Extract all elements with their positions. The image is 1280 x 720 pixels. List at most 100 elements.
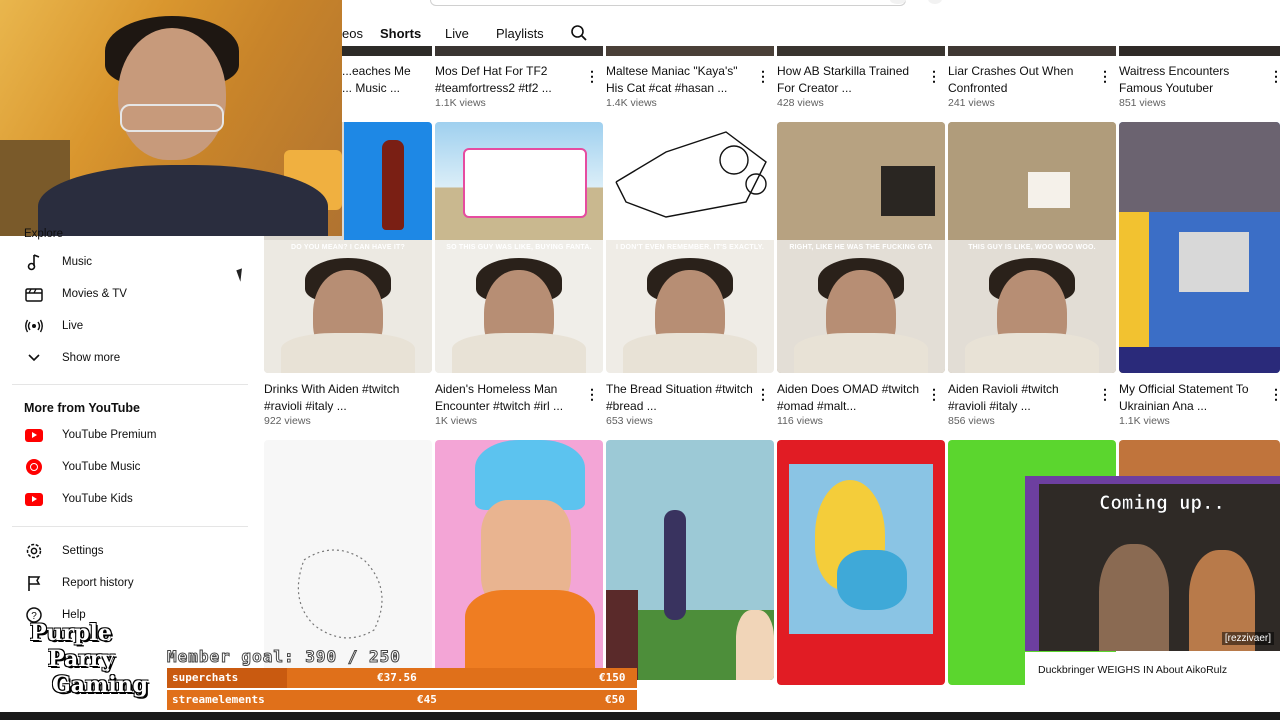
short-card[interactable]: Mos Def Hat For TF2 #teamfortress2 #tf2 … <box>435 63 583 109</box>
short-title[interactable]: Maltese Maniac "Kaya's" His Cat #cat #ha… <box>606 63 754 97</box>
sidebar-divider <box>12 384 248 385</box>
sidebar-item-label: Settings <box>62 545 104 557</box>
view-count: 851 views <box>1119 97 1166 109</box>
sidebar-section-explore: Explore <box>24 228 63 240</box>
view-count: 1K views <box>435 415 478 427</box>
short-title[interactable]: My Official Statement To Ukrainian Ana .… <box>1119 381 1267 415</box>
more-options-icon[interactable]: ⋮ <box>927 386 941 403</box>
thumbnail[interactable] <box>264 440 432 680</box>
streamelements-goal: €50 <box>605 693 625 706</box>
more-options-icon[interactable]: ⋮ <box>756 68 770 85</box>
search-box[interactable] <box>430 0 906 6</box>
short-card[interactable]: Aiden Does OMAD #twitch #omad #malt... 1… <box>777 381 925 427</box>
sidebar-item-report-history[interactable]: Report history <box>24 567 134 599</box>
caption-text: I DON'T EVEN REMEMBER. IT'S EXACTLY. <box>616 244 764 251</box>
tab-videos[interactable]: eos <box>342 26 363 41</box>
channel-logo: Purple Parry Gaming <box>30 620 149 698</box>
more-options-icon[interactable]: ⋮ <box>1098 68 1112 85</box>
short-card[interactable]: How AB Starkilla Trained For Creator ...… <box>777 63 925 109</box>
more-options-icon[interactable]: ⋮ <box>585 68 599 85</box>
sidebar-item-music[interactable]: Music <box>24 246 92 278</box>
superchats-bar: superchats €37.56 €150 <box>167 668 637 688</box>
short-title[interactable]: How AB Starkilla Trained For Creator ... <box>777 63 925 97</box>
thumbnail[interactable] <box>777 46 945 56</box>
tab-playlists[interactable]: Playlists <box>496 26 544 41</box>
short-title[interactable]: Aiden Ravioli #twitch #ravioli #italy ..… <box>948 381 1096 415</box>
youtube-premium-icon <box>24 425 44 445</box>
short-card[interactable]: The Bread Situation #twitch #bread ... 6… <box>606 381 754 427</box>
view-count: 428 views <box>777 97 824 109</box>
tab-shorts[interactable]: Shorts <box>380 26 421 41</box>
sidebar-item-show-more[interactable]: Show more <box>24 342 120 374</box>
thumbnail[interactable] <box>606 440 774 680</box>
thumbnail[interactable] <box>1119 122 1280 373</box>
tab-live[interactable]: Live <box>445 26 469 41</box>
streamelements-bar: streamelements €45 €50 <box>167 690 637 710</box>
more-from-youtube-heading: More from YouTube <box>24 401 140 415</box>
search-icon[interactable] <box>570 24 588 47</box>
thumbnail[interactable] <box>948 46 1116 56</box>
thumbnail[interactable]: SO THIS GUY WAS LIKE, BUYING FANTA. <box>435 122 603 373</box>
short-card[interactable]: My Official Statement To Ukrainian Ana .… <box>1119 381 1267 427</box>
short-title[interactable]: Liar Crashes Out When Confronted <box>948 63 1096 97</box>
caption-text: RIGHT, LIKE HE WAS THE FUCKING GTA <box>789 244 933 251</box>
thumbnail[interactable] <box>606 46 774 56</box>
gear-icon <box>24 541 44 561</box>
sidebar-item-settings[interactable]: Settings <box>24 535 104 567</box>
coming-up-panel: Coming up.. [rezzivaer] <box>1025 476 1280 651</box>
short-card[interactable]: Waitress Encounters Famous Youtuber 851 … <box>1119 63 1267 109</box>
coming-up-name: [rezzivaer] <box>1221 632 1274 645</box>
sidebar-item-label: YouTube Premium <box>62 429 157 441</box>
thumbnail[interactable] <box>1119 46 1280 56</box>
short-card[interactable]: Maltese Maniac "Kaya's" His Cat #cat #ha… <box>606 63 754 109</box>
thumbnail[interactable]: I DON'T EVEN REMEMBER. IT'S EXACTLY. <box>606 122 774 373</box>
sidebar-item-youtube-premium[interactable]: YouTube Premium <box>24 419 156 451</box>
thumbnail[interactable] <box>1119 440 1280 480</box>
more-options-icon[interactable]: ⋮ <box>585 386 599 403</box>
sidebar-item-youtube-kids[interactable]: YouTube Kids <box>24 483 133 515</box>
music-note-icon <box>24 252 44 272</box>
thumbnail[interactable] <box>435 440 603 680</box>
short-title[interactable]: Mos Def Hat For TF2 #teamfortress2 #tf2 … <box>435 63 583 97</box>
more-options-icon[interactable]: ⋮ <box>756 386 770 403</box>
view-count: 856 views <box>948 415 995 427</box>
view-count: 1.4K views <box>606 97 657 109</box>
short-card[interactable]: Liar Crashes Out When Confronted 241 vie… <box>948 63 1096 109</box>
short-title[interactable]: Waitress Encounters Famous Youtuber <box>1119 63 1267 97</box>
youtube-music-icon <box>24 457 44 477</box>
short-title[interactable]: Aiden Does OMAD #twitch #omad #malt... <box>777 381 925 415</box>
short-card[interactable]: Aiden's Homeless Man Encounter #twitch #… <box>435 381 583 427</box>
thumbnail[interactable] <box>342 46 432 56</box>
live-broadcast-icon <box>24 316 44 336</box>
coming-up-title: Coming up.. <box>1099 492 1225 515</box>
caption-text: SO THIS GUY WAS LIKE, BUYING FANTA. <box>446 244 592 251</box>
short-card[interactable]: ...eaches Me ... Music ... <box>342 63 422 97</box>
sidebar-item-label: Live <box>62 320 84 332</box>
thumbnail[interactable]: RIGHT, LIKE HE WAS THE FUCKING GTA <box>777 122 945 373</box>
chevron-down-icon <box>24 348 44 368</box>
sidebar-item-movies-tv[interactable]: Movies & TV <box>24 278 127 310</box>
superchats-label: superchats <box>172 671 239 684</box>
next-video-title[interactable]: Duckbringer WEIGHS IN About AikoRulz <box>1038 664 1227 676</box>
short-title[interactable]: The Bread Situation #twitch #bread ... <box>606 381 754 415</box>
sidebar-item-label: Report history <box>62 577 134 589</box>
thumbnail[interactable] <box>435 46 603 56</box>
thumbnail[interactable] <box>777 440 945 685</box>
sidebar-item-live[interactable]: Live <box>24 310 83 342</box>
short-card[interactable]: Aiden Ravioli #twitch #ravioli #italy ..… <box>948 381 1096 427</box>
more-options-icon[interactable]: ⋮ <box>1098 386 1112 403</box>
more-options-icon[interactable]: ⋮ <box>1269 68 1280 85</box>
sidebar-item-label: Movies & TV <box>62 288 127 300</box>
view-count: 241 views <box>948 97 995 109</box>
sidebar-item-youtube-music[interactable]: YouTube Music <box>24 451 140 483</box>
short-title[interactable]: Aiden's Homeless Man Encounter #twitch #… <box>435 381 583 415</box>
caption-text: THIS GUY IS LIKE, WOO WOO WOO. <box>968 244 1096 251</box>
thumbnail[interactable]: THIS GUY IS LIKE, WOO WOO WOO. <box>948 122 1116 373</box>
bottom-strip <box>0 712 1280 720</box>
short-title[interactable]: Drinks With Aiden #twitch #ravioli #ital… <box>264 381 412 415</box>
short-card[interactable]: Drinks With Aiden #twitch #ravioli #ital… <box>264 381 412 427</box>
sidebar-item-label: YouTube Kids <box>62 493 133 505</box>
more-options-icon[interactable]: ⋮ <box>927 68 941 85</box>
short-title[interactable]: ...eaches Me ... Music ... <box>342 63 422 97</box>
more-options-icon[interactable]: ⋮ <box>1269 386 1280 403</box>
